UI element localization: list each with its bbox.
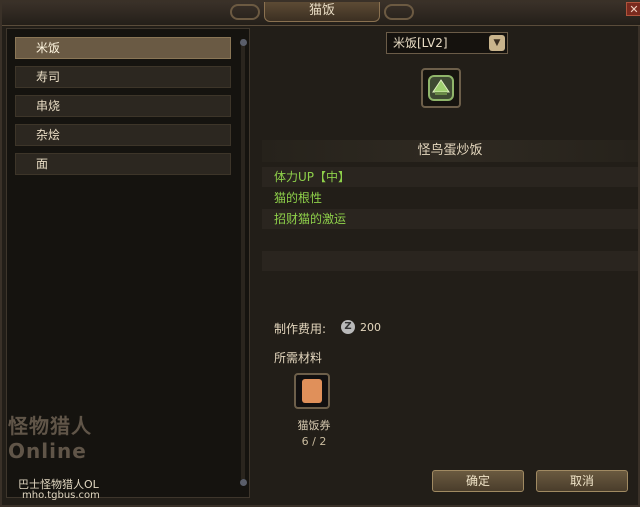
chevron-down-icon[interactable]: ▼ bbox=[489, 35, 505, 51]
ornament-left-icon bbox=[230, 4, 260, 20]
cost-label: 制作费用: bbox=[274, 322, 327, 336]
level-select-value: 米饭[LV2] bbox=[393, 36, 448, 50]
effect-empty-row bbox=[262, 251, 638, 271]
window-title-bar: 猫饭 ✕ bbox=[2, 2, 640, 26]
food-dish-glyph bbox=[428, 75, 454, 101]
level-select[interactable]: 米饭[LV2] ▼ bbox=[386, 32, 508, 54]
effect-item: 体力UP【中】 bbox=[262, 167, 638, 187]
watermark-title: 怪物猎人Online bbox=[8, 414, 92, 463]
category-item-rice[interactable]: 米饭 bbox=[15, 37, 231, 59]
confirm-button[interactable]: 确定 bbox=[432, 470, 524, 492]
scroll-down-icon[interactable] bbox=[240, 479, 247, 486]
meal-ticket-icon[interactable] bbox=[294, 373, 330, 409]
material-count: 6 / 2 bbox=[301, 435, 327, 448]
effect-item: 猫的根性 bbox=[262, 188, 638, 208]
effect-empty-row bbox=[262, 272, 638, 292]
ornament-right-icon bbox=[384, 4, 414, 20]
close-button[interactable]: ✕ bbox=[626, 2, 640, 16]
food-dish-icon bbox=[421, 68, 461, 108]
category-item-sushi[interactable]: 寿司 bbox=[15, 66, 231, 88]
category-item-noodle[interactable]: 面 bbox=[15, 153, 231, 175]
cost-value: 200 bbox=[360, 321, 381, 334]
scrollbar-track[interactable] bbox=[241, 39, 245, 479]
cancel-button[interactable]: 取消 bbox=[536, 470, 628, 492]
meal-ticket-glyph bbox=[302, 379, 322, 403]
scroll-up-icon[interactable] bbox=[240, 39, 247, 46]
effect-empty-row bbox=[262, 230, 638, 250]
category-item-skewer[interactable]: 串烧 bbox=[15, 95, 231, 117]
effect-item: 招财猫的激运 bbox=[262, 209, 638, 229]
cat-meal-window: 猫饭 ✕ 米饭 寿司 串烧 杂烩 面 米饭[LV2] ▼ 怪鸟蛋炒饭 体力UP【… bbox=[0, 0, 640, 507]
materials-label: 所需材料 bbox=[274, 351, 323, 365]
food-name: 怪鸟蛋炒饭 bbox=[262, 140, 638, 162]
category-item-stew[interactable]: 杂烩 bbox=[15, 124, 231, 146]
window-title: 猫饭 bbox=[264, 2, 380, 22]
watermark-logo: 怪物猎人Online 巴士怪物猎人OL mho.tgbus.com bbox=[8, 398, 134, 502]
material-name: 猫饭券 bbox=[297, 419, 331, 432]
recipe-detail-panel: 米饭[LV2] ▼ 怪鸟蛋炒饭 体力UP【中】 猫的根性 招财猫的激运 制作费用… bbox=[254, 28, 638, 498]
watermark-url: mho.tgbus.com bbox=[22, 490, 100, 501]
zenny-coin-icon: Z bbox=[341, 320, 355, 334]
